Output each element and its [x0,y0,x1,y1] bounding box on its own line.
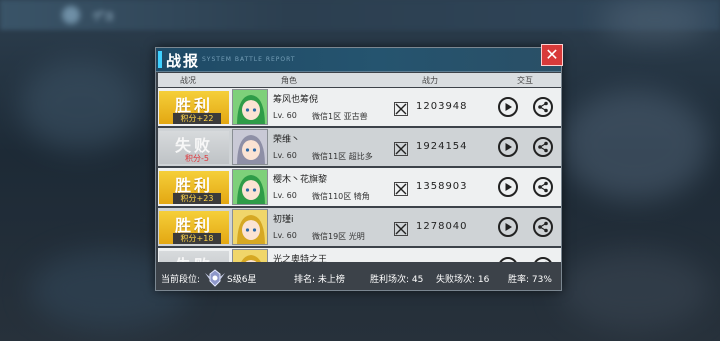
share-icon [545,261,547,262]
crossed-swords-icon [394,182,408,196]
panel-title: 战报 [166,52,201,70]
avatar-portrait-icon [233,210,267,244]
column-header: 战况 角色 战力 交互 [158,73,561,87]
crossed-swords-icon [394,222,408,236]
background-blur [560,90,710,200]
result-badge: 胜利 积分+18 [159,211,229,244]
wins-count: 胜利场次: 45 [370,275,424,285]
battle-row[interactable]: 胜利 积分+23 樱木丶花旗黎 Lv. 60 微信110区 犄角 1358903 [158,168,561,206]
share-button[interactable] [533,137,553,157]
player-name: 荣维丶 [273,135,301,145]
points-text: 积分+22 [173,113,221,124]
battle-row[interactable]: 胜利 积分+18 初瑾i Lv. 60 微信19区 光明 1278040 [158,208,561,246]
column-interact: 交互 [517,76,533,85]
close-button[interactable]: ✕ [541,44,563,66]
win-rate: 胜率: 73% [508,275,552,285]
result-badge: 胜利 积分+22 [159,91,229,124]
share-button[interactable] [533,177,553,197]
points-text: 积分+23 [173,193,221,204]
player-level: Lv. 60 [273,111,297,120]
ranking-text: 排名: 未上榜 [294,275,345,285]
share-icon [538,101,548,113]
panel-title-bar: 战报 SYSTEM BATTLE REPORT [156,48,561,72]
avatar-portrait-icon [233,170,267,204]
player-name: 初瑾i [273,215,294,225]
player-power: 1358903 [416,181,468,192]
background-hud-icon [62,6,80,24]
background-blur [600,0,710,40]
play-icon [505,103,512,111]
player-server: 微信11区 超比多 [312,152,373,161]
player-name: 樱木丶花旗黎 [273,175,328,185]
title-accent-bar [158,51,162,68]
replay-button[interactable] [498,177,518,197]
column-status: 战况 [180,76,196,85]
play-icon [505,183,512,191]
play-icon [505,223,512,231]
close-icon: ✕ [545,45,559,64]
player-level: Lv. 60 [273,151,297,160]
share-button[interactable] [533,97,553,117]
result-badge: 失败 积分-5 [159,131,229,164]
replay-button[interactable] [498,257,518,262]
battle-row[interactable]: 失败 积分-5 荣维丶 Lv. 60 微信11区 超比多 1924154 [158,128,561,166]
battle-row[interactable]: 失败 光之奥特之王 Lv. 60 1387927 [158,248,561,262]
player-avatar[interactable] [232,249,268,262]
column-power: 战力 [422,76,438,85]
background-hud-label: ゲ゚ヨ [92,10,114,23]
background-blur [20,60,140,150]
player-power: 1924154 [416,141,468,152]
share-icon [538,141,548,153]
result-text: 失败 [159,252,229,262]
avatar-portrait-icon [233,130,267,164]
player-server: 微信110区 犄角 [312,192,370,201]
player-avatar[interactable] [232,129,268,165]
points-text: 积分+18 [173,233,221,244]
stats-footer: 当前段位: S级6星 排名: 未上榜 胜利场次: 45 失败场次: 16 胜率:… [158,266,561,290]
player-power: 1387927 [416,261,468,262]
replay-button[interactable] [498,97,518,117]
player-level: Lv. 60 [273,231,297,240]
player-avatar[interactable] [232,209,268,245]
player-name: 筹风也筹倪 [273,95,319,105]
rank-label: 当前段位: [161,275,201,285]
player-name: 光之奥特之王 [273,255,328,262]
avatar-portrait-icon [233,250,267,262]
share-icon [538,221,548,233]
replay-button[interactable] [498,137,518,157]
crossed-swords-icon [394,102,408,116]
rank-badge-icon [205,269,225,287]
title-decoration-text: SYSTEM BATTLE REPORT [202,56,296,63]
player-level: Lv. 60 [273,191,297,200]
losses-count: 失败场次: 16 [436,275,490,285]
battle-list[interactable]: 胜利 积分+22 筹风也筹倪 Lv. 60 微信1区 亚古兽 1203948 失… [158,88,561,262]
share-icon [538,181,548,193]
player-avatar[interactable] [232,89,268,125]
share-button[interactable] [533,257,553,262]
crossed-swords-icon [394,142,408,156]
result-badge: 失败 [159,251,229,262]
player-server: 微信1区 亚古兽 [312,112,368,121]
avatar-portrait-icon [233,90,267,124]
result-badge: 胜利 积分+23 [159,171,229,204]
player-power: 1203948 [416,101,468,112]
points-text: 积分-5 [185,154,209,163]
player-avatar[interactable] [232,169,268,205]
play-icon [505,143,512,151]
player-power: 1278040 [416,221,468,232]
share-button[interactable] [533,217,553,237]
background-blur [560,250,710,330]
battle-report-panel: 战报 SYSTEM BATTLE REPORT ✕ 战况 角色 战力 交互 胜利… [155,44,563,291]
rank-value: S级6星 [227,275,257,285]
battle-row[interactable]: 胜利 积分+22 筹风也筹倪 Lv. 60 微信1区 亚古兽 1203948 [158,88,561,126]
player-server: 微信19区 光明 [312,232,365,241]
column-role: 角色 [281,76,297,85]
replay-button[interactable] [498,217,518,237]
